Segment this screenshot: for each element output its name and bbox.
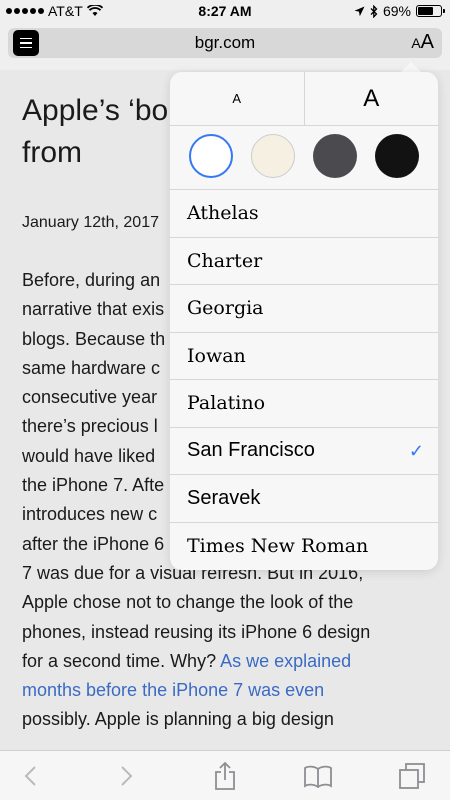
bookmarks-button[interactable] bbox=[303, 763, 333, 789]
font-option-athelas[interactable]: Athelas bbox=[170, 190, 438, 238]
article-date: January 12th, 2017 bbox=[22, 214, 159, 231]
theme-gray-button[interactable] bbox=[313, 134, 357, 178]
back-icon bbox=[24, 766, 36, 786]
body-line: possibly. Apple is planning a big design bbox=[22, 709, 334, 730]
article-link[interactable]: months before the iPhone 7 was even bbox=[22, 676, 432, 705]
bottom-toolbar bbox=[0, 750, 450, 800]
location-arrow-icon bbox=[354, 6, 365, 16]
bookmarks-icon bbox=[304, 765, 332, 788]
font-option-palatino[interactable]: Palatino bbox=[170, 380, 438, 428]
body-text: for a second time. Why? bbox=[22, 650, 217, 671]
font-option-san-francisco[interactable]: San Francisco ✓ bbox=[170, 428, 438, 475]
status-right: 69% bbox=[354, 3, 445, 19]
battery-percent: 69% bbox=[382, 3, 411, 19]
forward-icon bbox=[121, 766, 133, 786]
tabs-icon bbox=[399, 763, 425, 789]
decrease-font-size-button[interactable]: A bbox=[170, 72, 305, 125]
text-settings-button[interactable]: AA bbox=[411, 31, 434, 54]
theme-white-button[interactable] bbox=[189, 134, 233, 178]
body-line: for a second time. Why? As we explained bbox=[22, 647, 432, 676]
status-bar: AT&T 8:27 AM 69% bbox=[0, 0, 450, 22]
bluetooth-icon bbox=[370, 4, 378, 18]
share-icon bbox=[215, 761, 235, 790]
font-label: San Francisco bbox=[187, 439, 315, 462]
font-option-iowan[interactable]: Iowan bbox=[170, 333, 438, 380]
font-size-controls: A A bbox=[170, 72, 438, 126]
font-option-times-new-roman[interactable]: Times New Roman bbox=[170, 523, 438, 571]
battery-icon bbox=[416, 5, 445, 17]
forward-button[interactable] bbox=[112, 763, 142, 789]
theme-black-button[interactable] bbox=[375, 134, 419, 178]
tabs-button[interactable] bbox=[397, 763, 427, 789]
body-line: Apple chose not to change the look of th… bbox=[22, 592, 354, 613]
address-bar[interactable]: bgr.com AA bbox=[8, 28, 442, 58]
back-button[interactable] bbox=[15, 763, 45, 789]
body-line: phones, instead reusing its iPhone 6 des… bbox=[22, 621, 371, 642]
aa-small: A bbox=[411, 35, 421, 51]
theme-selector bbox=[170, 126, 438, 190]
battery-fill bbox=[418, 7, 434, 15]
font-list: Athelas Charter Georgia Iowan Palatino S… bbox=[170, 190, 438, 570]
theme-sepia-button[interactable] bbox=[251, 134, 295, 178]
url-text[interactable]: bgr.com bbox=[8, 33, 442, 53]
aa-large: A bbox=[420, 31, 434, 53]
font-option-georgia[interactable]: Georgia bbox=[170, 285, 438, 333]
article-link[interactable]: As we explained bbox=[220, 651, 351, 671]
font-option-charter[interactable]: Charter bbox=[170, 238, 438, 285]
font-option-seravek[interactable]: Seravek bbox=[170, 475, 438, 523]
share-button[interactable] bbox=[210, 761, 240, 790]
checkmark-icon: ✓ bbox=[408, 440, 424, 461]
text-settings-popover: A A Athelas Charter Georgia Iowan Palati… bbox=[170, 72, 438, 570]
increase-font-size-button[interactable]: A bbox=[305, 72, 439, 125]
